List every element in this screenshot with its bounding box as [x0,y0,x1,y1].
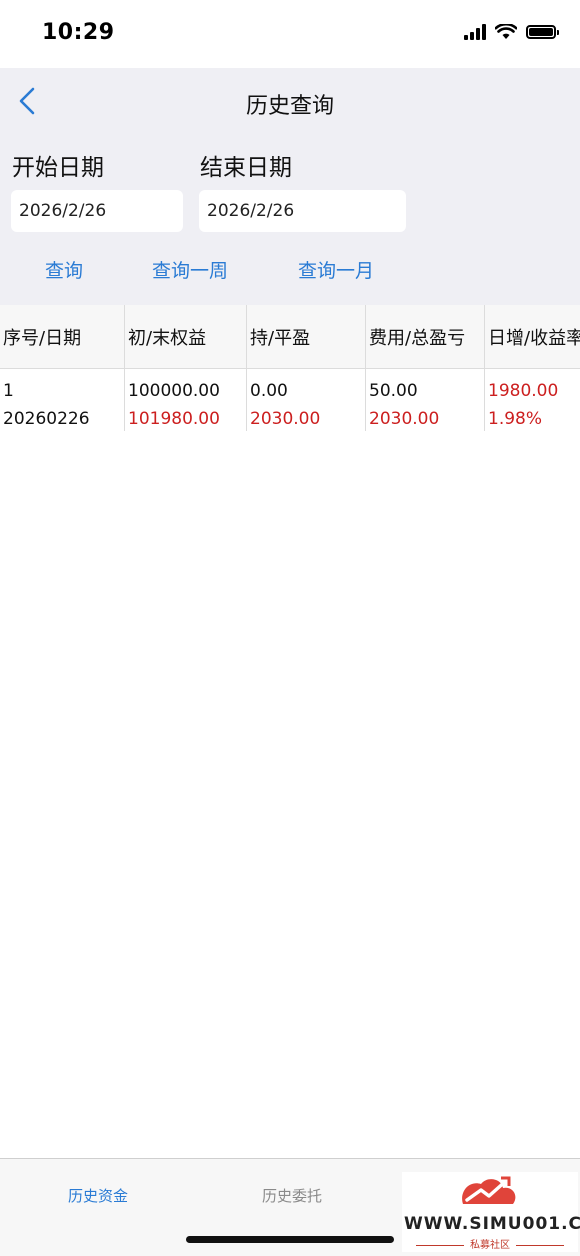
query-month-button[interactable]: 查询一月 [298,256,374,283]
watermark-subtext: 私募社区 [402,1236,578,1251]
column-header: 序号/日期 [0,305,125,368]
start-date-input[interactable]: 2026/2/26 [11,190,183,232]
watermark: WWW.SIMU001.CN 私募社区 [402,1172,580,1252]
table-header: 序号/日期 初/末权益 持/平盈 费用/总盈亏 日增/收益率 [0,305,580,369]
table-cell: 100000.00 101980.00 [125,369,247,431]
table-cell: 50.00 2030.00 [366,369,485,431]
tab-history-orders[interactable]: 历史委托 [262,1185,322,1206]
cell-top-value: 100000.00 [128,381,220,401]
cellular-signal-icon [464,24,486,40]
home-indicator [186,1236,394,1243]
table-row[interactable]: 1 20260226 100000.00 101980.00 0.00 2030… [0,369,580,431]
table-cell: 0.00 2030.00 [247,369,366,431]
history-table: 序号/日期 初/末权益 持/平盈 费用/总盈亏 日增/收益率 1 2026022… [0,305,580,431]
battery-icon [526,25,559,39]
status-time: 10:29 [42,20,115,45]
query-button[interactable]: 查询 [45,256,83,283]
end-date-input[interactable]: 2026/2/26 [199,190,406,232]
query-week-button[interactable]: 查询一周 [152,256,228,283]
start-date-label: 开始日期 [12,155,104,181]
table-cell: 1980.00 1.98% [485,369,580,431]
watermark-text: WWW.SIMU001.CN [404,1214,580,1234]
logo-icon [462,1176,516,1204]
column-header: 初/末权益 [125,305,247,368]
page-title: 历史查询 [245,94,334,119]
status-bar: 10:29 [0,0,580,68]
cell-bottom-value: 2030.00 [369,409,440,429]
query-header: 历史查询 开始日期 结束日期 2026/2/26 2026/2/26 查询 查询… [0,68,580,305]
status-icons [464,24,559,40]
column-header: 日增/收益率 [488,327,580,349]
end-date-label: 结束日期 [200,155,292,181]
cell-top-value: 0.00 [250,381,288,401]
cell-bottom-value: 1.98% [488,409,543,429]
cell-bottom-value: 2030.00 [250,409,321,429]
table-cell: 1 20260226 [0,369,125,431]
cell-top-value: 1980.00 [488,381,559,401]
cell-bottom-value: 20260226 [3,409,90,429]
cell-top-value: 50.00 [369,381,418,401]
cell-bottom-value: 101980.00 [128,409,220,429]
cell-top-value: 1 [3,381,14,401]
wifi-icon [495,24,517,39]
column-header: 持/平盈 [247,305,366,368]
column-header: 费用/总盈亏 [366,305,485,368]
tab-history-funds[interactable]: 历史资金 [68,1185,128,1206]
